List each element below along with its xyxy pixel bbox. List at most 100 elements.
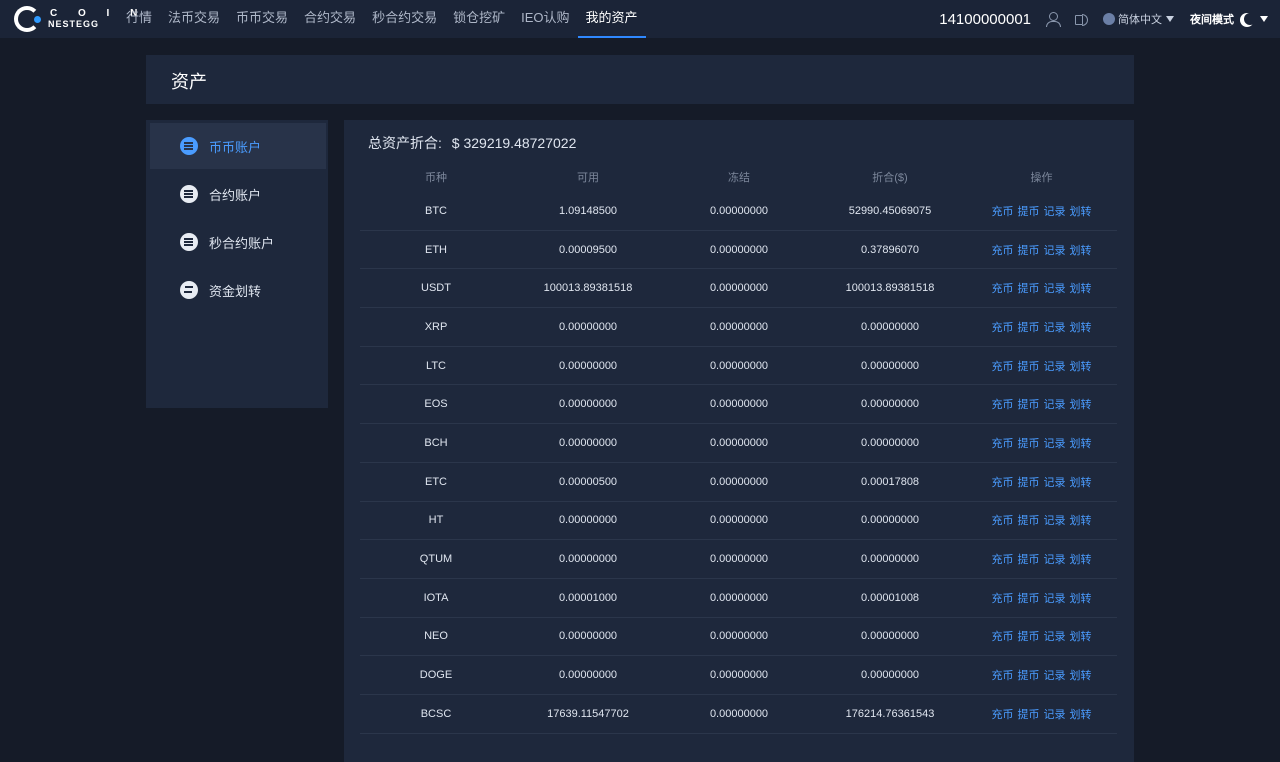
cell-frozen: 0.00000000: [709, 398, 769, 411]
withdraw-link[interactable]: 提币: [1018, 361, 1040, 373]
row-actions: 充币 提币 记录 划转: [966, 396, 1117, 412]
cell-frozen: 0.00000000: [709, 553, 769, 566]
sidebar-item-0[interactable]: 币币账户: [150, 123, 326, 169]
cell-coin: DOGE: [419, 669, 453, 682]
nav-item-6[interactable]: IEO认购: [513, 0, 577, 38]
record-link[interactable]: 记录: [1044, 206, 1066, 218]
nav-item-3[interactable]: 合约交易: [296, 0, 364, 38]
globe-icon[interactable]: [1103, 13, 1115, 25]
transfer-link[interactable]: 划转: [1070, 206, 1092, 218]
nav-item-0[interactable]: 行情: [118, 0, 160, 38]
nav-item-2[interactable]: 币币交易: [228, 0, 296, 38]
withdraw-link[interactable]: 提币: [1018, 477, 1040, 489]
withdraw-link[interactable]: 提币: [1018, 515, 1040, 527]
logo-icon: [14, 6, 41, 32]
nav-item-4[interactable]: 秒合约交易: [364, 0, 445, 38]
deposit-link[interactable]: 充币: [992, 438, 1014, 450]
withdraw-link[interactable]: 提币: [1018, 670, 1040, 682]
nav-item-1[interactable]: 法币交易: [160, 0, 228, 38]
withdraw-link[interactable]: 提币: [1018, 709, 1040, 721]
user-icon[interactable]: [1046, 12, 1061, 27]
nav-item-5[interactable]: 锁仓挖矿: [445, 0, 513, 38]
deposit-link[interactable]: 充币: [992, 283, 1014, 295]
deposit-link[interactable]: 充币: [992, 361, 1014, 373]
withdraw-link[interactable]: 提币: [1018, 593, 1040, 605]
record-link[interactable]: 记录: [1044, 554, 1066, 566]
transfer-link[interactable]: 划转: [1070, 283, 1092, 295]
transfer-link[interactable]: 划转: [1070, 438, 1092, 450]
cell-usd: 0.00000000: [860, 320, 920, 333]
deposit-link[interactable]: 充币: [992, 477, 1014, 489]
withdraw-link[interactable]: 提币: [1018, 554, 1040, 566]
column-header: 可用: [577, 172, 599, 184]
record-link[interactable]: 记录: [1044, 709, 1066, 721]
chevron-down-icon[interactable]: [1260, 16, 1268, 22]
deposit-link[interactable]: 充币: [992, 245, 1014, 257]
record-link[interactable]: 记录: [1044, 438, 1066, 450]
sidebar-item-label: 合约账户: [209, 187, 262, 203]
night-mode-toggle[interactable]: 夜间模式: [1190, 11, 1234, 27]
cell-usd: 0.00000000: [860, 436, 920, 449]
transfer-link[interactable]: 划转: [1070, 477, 1092, 489]
record-link[interactable]: 记录: [1044, 399, 1066, 411]
record-link[interactable]: 记录: [1044, 593, 1066, 605]
user-phone[interactable]: 14100000001: [939, 11, 1031, 28]
deposit-link[interactable]: 充币: [992, 206, 1014, 218]
deposit-link[interactable]: 充币: [992, 631, 1014, 643]
cell-available: 0.00000000: [558, 320, 618, 333]
transfer-link[interactable]: 划转: [1070, 554, 1092, 566]
transfer-link[interactable]: 划转: [1070, 515, 1092, 527]
sidebar-item-1[interactable]: 合约账户: [150, 171, 326, 217]
withdraw-link[interactable]: 提币: [1018, 631, 1040, 643]
record-link[interactable]: 记录: [1044, 322, 1066, 334]
transfer-link[interactable]: 划转: [1070, 670, 1092, 682]
transfer-link[interactable]: 划转: [1070, 593, 1092, 605]
transfer-link[interactable]: 划转: [1070, 361, 1092, 373]
cell-available: 1.09148500: [558, 204, 618, 217]
withdraw-link[interactable]: 提币: [1018, 283, 1040, 295]
sound-icon[interactable]: [1074, 12, 1088, 26]
withdraw-link[interactable]: 提币: [1018, 438, 1040, 450]
row-actions: 充币 提币 记录 划转: [966, 667, 1117, 683]
withdraw-link[interactable]: 提币: [1018, 206, 1040, 218]
deposit-link[interactable]: 充币: [992, 515, 1014, 527]
table-row: LTC 0.00000000 0.00000000 0.00000000 充币 提币 记录划…: [360, 347, 1117, 386]
row-actions: 充币 提币 记录 划转: [966, 551, 1117, 567]
record-link[interactable]: 记录: [1044, 361, 1066, 373]
nav-item-7[interactable]: 我的资产: [577, 0, 646, 38]
top-right-controls: 14100000001 简体中文 夜间模式: [939, 0, 1268, 38]
record-link[interactable]: 记录: [1044, 670, 1066, 682]
sidebar-item-2[interactable]: 秒合约账户: [150, 219, 326, 265]
transfer-link[interactable]: 划转: [1070, 631, 1092, 643]
cell-usd: 100013.89381518: [845, 282, 935, 295]
cell-usd: 0.00000000: [860, 514, 920, 527]
deposit-link[interactable]: 充币: [992, 322, 1014, 334]
deposit-link[interactable]: 充币: [992, 399, 1014, 411]
cell-coin: QTUM: [419, 553, 453, 566]
deposit-link[interactable]: 充币: [992, 709, 1014, 721]
row-actions: 充币 提币 记录 划转: [966, 435, 1117, 451]
transfer-link[interactable]: 划转: [1070, 322, 1092, 334]
deposit-link[interactable]: 充币: [992, 670, 1014, 682]
record-link[interactable]: 记录: [1044, 245, 1066, 257]
withdraw-link[interactable]: 提币: [1018, 322, 1040, 334]
record-link[interactable]: 记录: [1044, 631, 1066, 643]
transfer-link[interactable]: 划转: [1070, 245, 1092, 257]
sidebar-item-3[interactable]: 资金划转: [150, 267, 326, 313]
deposit-link[interactable]: 充币: [992, 554, 1014, 566]
transfer-link[interactable]: 划转: [1070, 709, 1092, 721]
withdraw-link[interactable]: 提币: [1018, 245, 1040, 257]
record-link[interactable]: 记录: [1044, 515, 1066, 527]
record-link[interactable]: 记录: [1044, 283, 1066, 295]
cell-frozen: 0.00000000: [709, 514, 769, 527]
moon-icon[interactable]: [1244, 13, 1256, 25]
transfer-link[interactable]: 划转: [1070, 399, 1092, 411]
chevron-down-icon[interactable]: [1166, 16, 1174, 22]
cell-usd: 0.37896070: [860, 243, 920, 256]
cell-usd: 0.00000000: [860, 669, 920, 682]
record-link[interactable]: 记录: [1044, 477, 1066, 489]
deposit-link[interactable]: 充币: [992, 593, 1014, 605]
cell-usd: 0.00000000: [860, 359, 920, 372]
withdraw-link[interactable]: 提币: [1018, 399, 1040, 411]
language-selector[interactable]: 简体中文: [1118, 11, 1162, 27]
